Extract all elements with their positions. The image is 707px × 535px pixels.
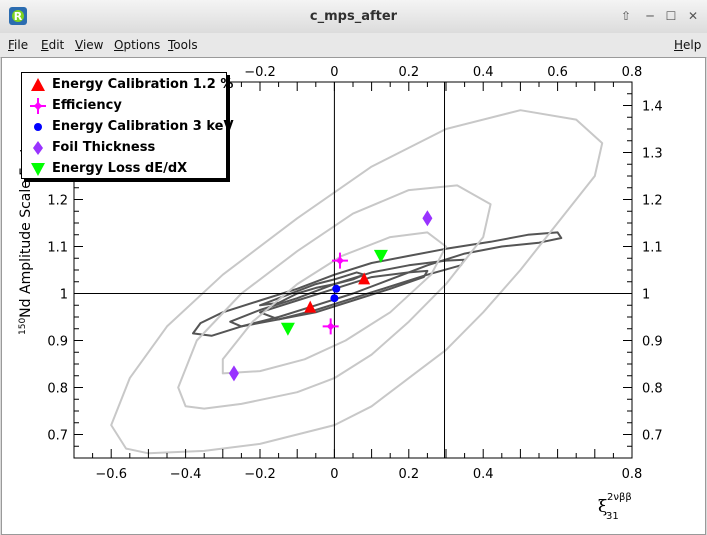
data-point	[422, 210, 433, 227]
x-top-tick-label: −0.2	[244, 65, 276, 80]
legend-item-efficiency: Efficiency	[22, 96, 226, 116]
y-right-tick-label: 0.7	[642, 429, 663, 444]
y-axis-label-superscript: 150	[18, 318, 28, 335]
x-tick-label: −0.4	[170, 467, 202, 482]
blue-circle-icon	[34, 123, 42, 131]
x-tick-label: −0.2	[244, 467, 276, 482]
star-core	[326, 322, 335, 331]
y-tick-label: 1.2	[47, 194, 68, 209]
data-point	[228, 365, 239, 382]
y-tick-label: 0.9	[47, 335, 68, 350]
y-right-tick-label: 1	[642, 288, 650, 303]
y-right-tick-label: 0.9	[642, 335, 663, 350]
x-top-tick-label: 0.8	[622, 65, 643, 80]
red-triangle-up-icon	[31, 78, 45, 91]
y-right-tick-label: 1.1	[642, 241, 663, 256]
x-axis-label-superscript: 2νββ	[607, 492, 632, 503]
y-tick-label: 1.1	[47, 241, 68, 256]
magenta-star-icon	[30, 98, 46, 114]
legend-label: Foil Thickness	[52, 140, 156, 155]
x-top-tick-label: 0.2	[398, 65, 419, 80]
legend-item-foil-thickness: Foil Thickness	[22, 138, 226, 158]
legend: Energy Calibration 1.2 % Efficiency Ener…	[21, 72, 234, 179]
data-point	[322, 318, 339, 335]
y-right-tick-label: 1.2	[642, 194, 663, 209]
y-right-tick-label: 0.8	[642, 382, 663, 397]
x-tick-label: 0	[330, 467, 338, 482]
purple-diamond-icon	[33, 141, 43, 155]
x-axis-label-subscript: 31	[606, 511, 619, 522]
y-right-tick-label: 1.3	[642, 147, 663, 162]
green-triangle-down-icon	[31, 163, 45, 176]
data-point	[280, 322, 295, 336]
data-point	[330, 294, 339, 303]
y-tick-label: 1	[60, 288, 68, 303]
legend-label: Energy Loss dE/dX	[52, 161, 188, 176]
y-tick-label: 0.7	[47, 429, 68, 444]
legend-item-energy-calibration-3kev: Energy Calibration 3 keV	[22, 117, 234, 137]
x-tick-label: −0.6	[95, 467, 127, 482]
x-tick-label: 0.2	[398, 467, 419, 482]
legend-item-energy-loss: Energy Loss dE/dX	[22, 159, 226, 179]
legend-label: Efficiency	[52, 98, 122, 113]
x-top-tick-label: 0.6	[547, 65, 568, 80]
legend-label: Energy Calibration 3 keV	[52, 119, 234, 134]
x-tick-label: 0.8	[622, 467, 643, 482]
legend-label: Energy Calibration 1.2 %	[52, 77, 234, 92]
y-tick-label: 0.8	[47, 382, 68, 397]
data-point	[332, 284, 341, 293]
legend-item-energy-calibration-1-2: Energy Calibration 1.2 %	[22, 75, 233, 95]
x-top-tick-label: 0	[330, 65, 338, 80]
x-top-tick-label: 0.4	[473, 65, 494, 80]
y-right-tick-label: 1.4	[642, 100, 663, 115]
x-tick-label: 0.4	[473, 467, 494, 482]
